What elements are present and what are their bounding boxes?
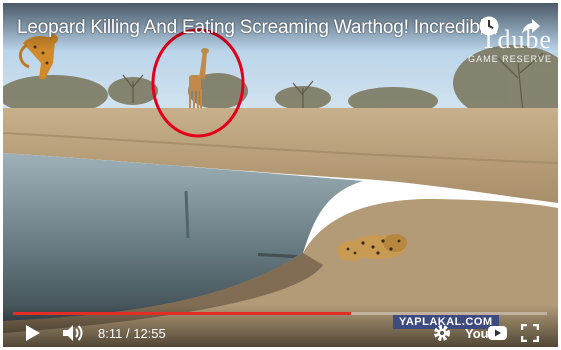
video-player[interactable]: Leopard Killing And Eating Screaming War… — [0, 0, 561, 350]
logo-brand: Tdube — [480, 25, 552, 54]
volume-icon[interactable] — [59, 319, 87, 347]
duration: 12:55 — [133, 326, 166, 341]
time-separator: / — [125, 326, 130, 341]
youtube-logo-text: You — [465, 326, 489, 341]
progress-played — [13, 312, 352, 315]
current-time: 8:11 — [98, 326, 123, 341]
fullscreen-icon[interactable] — [517, 319, 543, 347]
video-title[interactable]: Leopard Killing And Eating Screaming War… — [17, 17, 499, 39]
logo-subtitle: GAME RESERVE — [468, 54, 552, 64]
time-display: 8:11 / 12:55 — [98, 326, 166, 341]
youtube-logo-icon[interactable]: You — [463, 319, 509, 347]
control-bar: 8:11 / 12:55 You — [3, 319, 558, 347]
settings-gear-icon[interactable] — [429, 319, 455, 347]
channel-logo: Tdube GAME RESERVE — [468, 25, 552, 65]
play-icon[interactable] — [19, 319, 47, 347]
video-frame[interactable]: Leopard Killing And Eating Screaming War… — [3, 3, 558, 347]
